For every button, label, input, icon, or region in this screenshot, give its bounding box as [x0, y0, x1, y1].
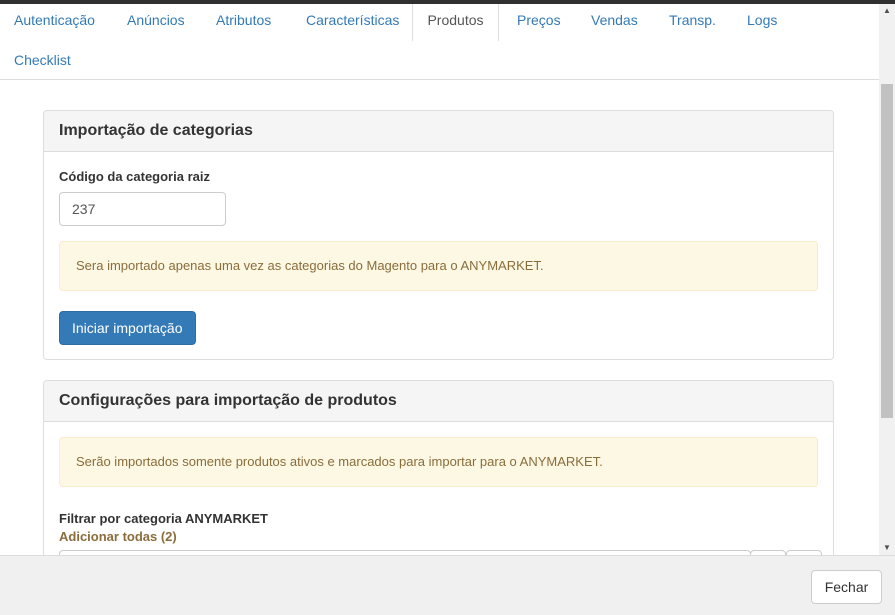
product-import-panel: Configurações para importação de produto…: [43, 380, 834, 555]
modal-footer: Fechar: [0, 555, 895, 615]
category-filter-label: Filtrar por categoria ANYMARKET: [59, 511, 268, 526]
tab-logs[interactable]: Logs: [747, 4, 777, 40]
scroll-down-icon[interactable]: ▼: [879, 541, 895, 555]
category-import-title: Importação de categorias: [44, 111, 833, 152]
root-category-label: Código da categoria raiz: [59, 169, 210, 184]
product-import-warning: Serão importados somente produtos ativos…: [59, 437, 818, 487]
tab-vendas[interactable]: Vendas: [591, 4, 638, 40]
tab-atributos[interactable]: Atributos: [216, 4, 271, 40]
tab-precos[interactable]: Preços: [517, 4, 561, 40]
close-button[interactable]: Fechar: [811, 570, 882, 604]
modal-content[interactable]: Importação de categorias Código da categ…: [0, 80, 879, 555]
add-all-categories-link[interactable]: Adicionar todas (2): [59, 529, 177, 544]
scroll-up-icon[interactable]: ▲: [879, 4, 895, 18]
category-import-warning: Sera importado apenas uma vez as categor…: [59, 241, 818, 291]
vertical-scrollbar[interactable]: ▲ ▼: [879, 4, 895, 555]
tab-checklist[interactable]: Checklist: [14, 44, 71, 80]
tab-produtos[interactable]: Produtos: [412, 4, 499, 41]
scrollbar-thumb[interactable]: [881, 84, 893, 418]
category-import-panel: Importação de categorias Código da categ…: [43, 110, 834, 360]
tab-autenticacao[interactable]: Autenticação: [14, 4, 95, 40]
start-import-button[interactable]: Iniciar importação: [59, 311, 196, 345]
tab-caracteristicas[interactable]: Características: [306, 4, 399, 40]
tab-anuncios[interactable]: Anúncios: [127, 4, 185, 40]
tab-bar: Autenticação Anúncios Atributos Caracter…: [0, 4, 879, 80]
root-category-input[interactable]: 237: [59, 192, 226, 226]
product-import-title: Configurações para importação de produto…: [44, 381, 833, 422]
tab-transp[interactable]: Transp.: [669, 4, 716, 40]
